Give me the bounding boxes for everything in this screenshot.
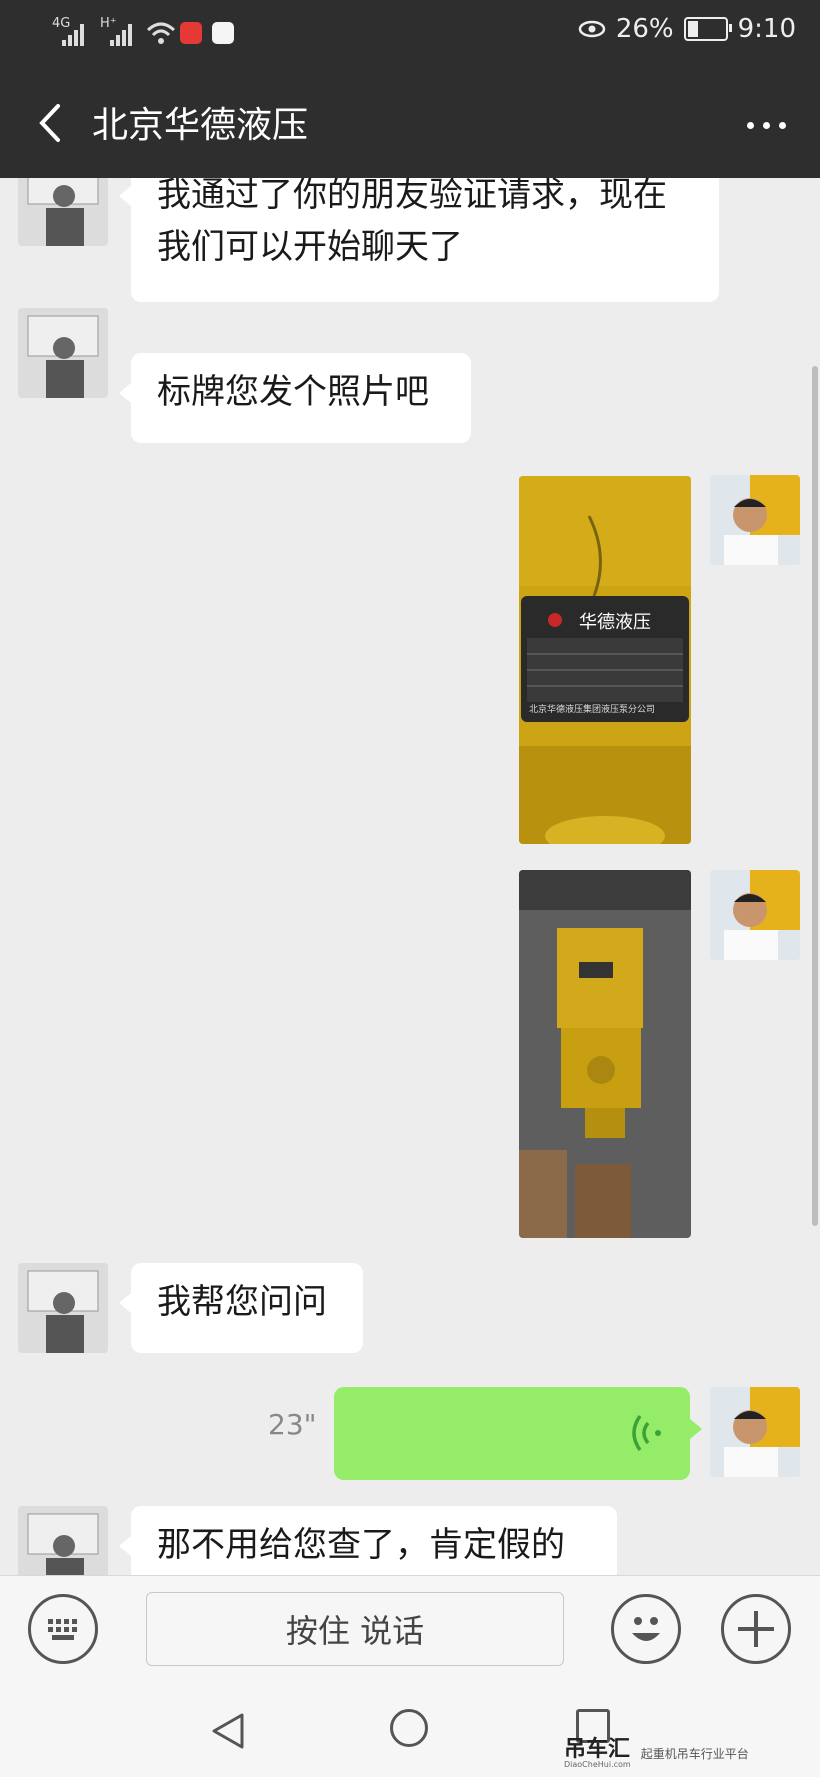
eye-comfort-icon — [578, 20, 606, 38]
message-bubble-left[interactable]: 我通过了你的朋友验证请求，现在我们可以开始聊天了 — [119, 178, 719, 302]
more-functions-button[interactable] — [721, 1594, 791, 1664]
battery-icon — [683, 17, 732, 41]
chat-title: 北京华德液压 — [92, 105, 309, 146]
my-avatar[interactable] — [710, 870, 800, 960]
chat-scrollbar[interactable] — [812, 366, 818, 1226]
app-notification-icon — [212, 22, 234, 44]
watermark-logo: 吊车汇 — [564, 1736, 631, 1762]
title-bar: 北京华德液压 — [0, 70, 820, 178]
top-bar: 4G H⁺ 26% 9:10 北京华德液压 — [0, 0, 820, 178]
contact-avatar[interactable] — [18, 178, 108, 246]
message-text: 标牌您发个照片吧 — [157, 372, 429, 412]
nav-back-icon[interactable] — [210, 1711, 246, 1751]
message-bubble-left[interactable]: 那不用给您查了，肯定假的 — [119, 1506, 617, 1575]
app-notification-icon — [180, 22, 202, 44]
plus-icon — [738, 1611, 774, 1647]
status-bar: 4G H⁺ 26% 9:10 — [0, 0, 820, 70]
voice-wave-icon — [632, 1414, 661, 1452]
my-avatar[interactable] — [710, 1387, 800, 1477]
contact-avatar[interactable] — [18, 1263, 108, 1353]
signal-icon — [110, 20, 140, 46]
watermark-tagline: 起重机吊车行业平台 — [640, 1747, 749, 1761]
smiley-icon — [632, 1617, 660, 1641]
keyboard-toggle-button[interactable] — [28, 1594, 98, 1664]
message-text: 我帮您问问 — [157, 1282, 327, 1322]
hold-to-talk-button[interactable]: 按住 说话 — [146, 1592, 564, 1666]
message-text: 那不用给您查了，肯定假的 — [157, 1525, 565, 1565]
my-avatar[interactable] — [710, 475, 800, 565]
status-right: 26% 9:10 — [578, 14, 796, 44]
nameplate-label: 华德液压 — [579, 612, 651, 633]
battery-percent: 26% — [615, 14, 674, 44]
nameplate-company: 北京华德液压集团液压泵分公司 — [529, 705, 656, 715]
contact-avatar[interactable] — [18, 308, 108, 398]
input-bar: 按住 说话 — [0, 1575, 820, 1684]
image-message-nameplate[interactable]: 华德液压 北京华德液压集团液压泵分公司 — [519, 476, 691, 844]
chat-area[interactable]: 我通过了你的朋友验证请求，现在我们可以开始聊天了 标牌您发个照片吧 华德液压 北… — [0, 178, 820, 1575]
message-bubble-left[interactable]: 我帮您问问 — [119, 1263, 363, 1353]
voice-message-bubble[interactable] — [334, 1387, 702, 1480]
contact-avatar[interactable] — [18, 1506, 108, 1575]
message-bubble-left[interactable]: 标牌您发个照片吧 — [119, 353, 471, 443]
voice-duration: 23" — [268, 1408, 317, 1441]
wifi-icon — [146, 22, 176, 44]
watermark-site: DiaoCheHui.com — [564, 1759, 631, 1769]
emoji-button[interactable] — [611, 1594, 681, 1664]
hold-to-talk-label: 按住 说话 — [285, 1612, 425, 1650]
nav-home-icon[interactable] — [390, 1709, 428, 1747]
image-message-pump[interactable] — [519, 870, 691, 1238]
clock: 9:10 — [737, 14, 796, 44]
watermark: 吊车汇 DiaoCheHui.com 起重机吊车行业平台 — [564, 1730, 820, 1777]
back-arrow-icon[interactable] — [28, 98, 72, 148]
more-options-icon[interactable] — [747, 122, 786, 129]
signal-icon — [62, 20, 92, 46]
keyboard-icon — [48, 1619, 77, 1640]
message-text: 我通过了你的朋友验证请求，现在我们可以开始聊天了 — [157, 178, 667, 267]
